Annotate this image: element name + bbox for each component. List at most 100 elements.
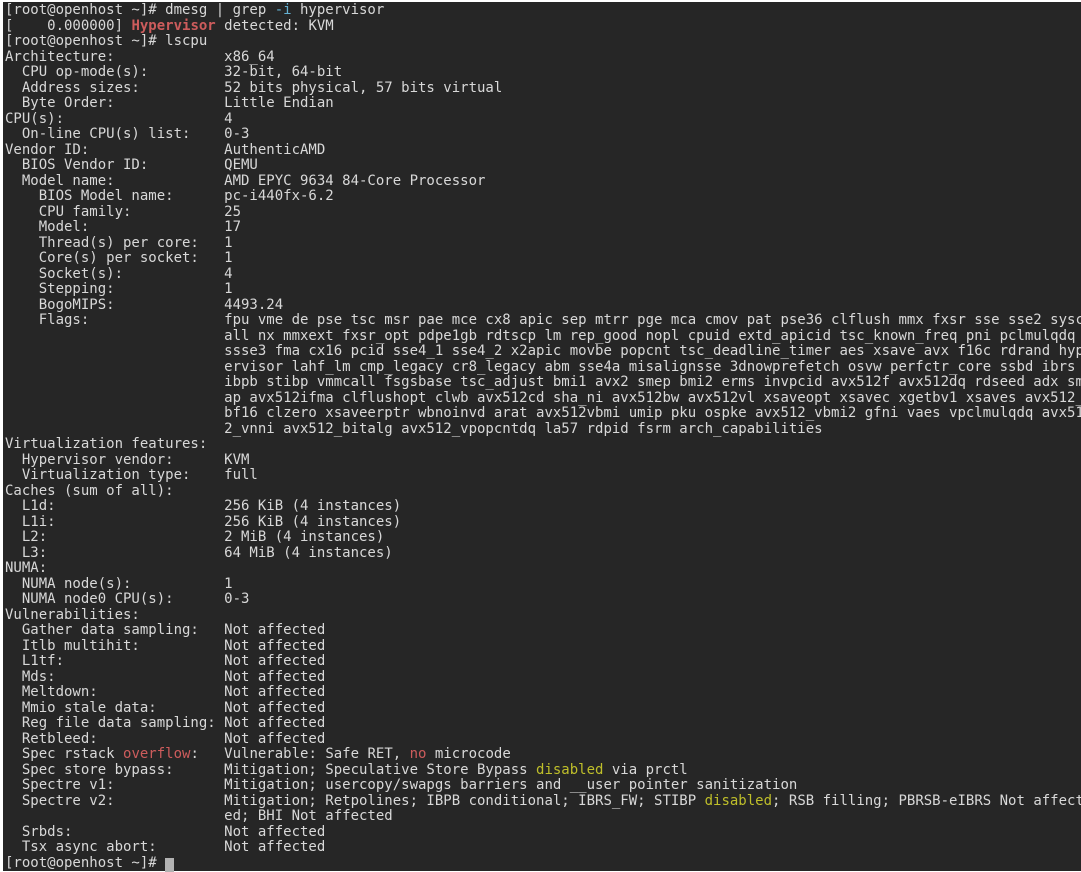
terminal-line: L1d: 256 KiB (4 instances)	[5, 499, 1081, 515]
terminal-text: ervisor lahf_lm cmp_legacy cr8_legacy ab…	[5, 359, 1075, 375]
terminal-text: [root@openhost ~]#	[5, 855, 165, 871]
terminal-line: Vendor ID: AuthenticAMD	[5, 143, 1081, 159]
terminal-text: Thread(s) per core: 1	[5, 235, 233, 251]
terminal-line: Model: 17	[5, 220, 1081, 236]
terminal-line: Stepping: 1	[5, 282, 1081, 298]
terminal-line: Mmio stale data: Not affected	[5, 701, 1081, 717]
terminal-line: [ 0.000000] Hypervisor detected: KVM	[5, 19, 1081, 35]
terminal-text: Stepping: 1	[5, 281, 233, 297]
terminal-text: CPU family: 25	[5, 204, 241, 220]
terminal-text: Mmio stale data: Not affected	[5, 700, 325, 716]
terminal-text: Mds: Not affected	[5, 669, 325, 685]
terminal-line: NUMA node(s): 1	[5, 577, 1081, 593]
terminal-line: Reg file data sampling: Not affected	[5, 716, 1081, 732]
terminal-line: Byte Order: Little Endian	[5, 96, 1081, 112]
terminal-line: L1tf: Not affected	[5, 654, 1081, 670]
terminal-text: CPU op-mode(s): 32-bit, 64-bit	[5, 64, 342, 80]
terminal-text: Retbleed: Not affected	[5, 731, 325, 747]
terminal-text: Vulnerabilities:	[5, 607, 140, 623]
terminal-text: hypervisor	[292, 2, 385, 18]
highlighted-text: overflow	[123, 746, 190, 762]
terminal-text: bf16 clzero xsaveerptr wbnoinvd arat avx…	[5, 405, 1081, 421]
terminal-text: Model name: AMD EPYC 9634 84-Core Proces…	[5, 173, 485, 189]
terminal-line: Gather data sampling: Not affected	[5, 623, 1081, 639]
terminal-line: Itlb multihit: Not affected	[5, 639, 1081, 655]
terminal-text: Hypervisor vendor: KVM	[5, 452, 249, 468]
terminal-text: ap avx512ifma clflushopt clwb avx512cd s…	[5, 390, 1081, 406]
terminal-line: Tsx async abort: Not affected	[5, 840, 1081, 856]
highlighted-text: disabled	[536, 762, 603, 778]
terminal-line: Spec rstack overflow: Vulnerable: Safe R…	[5, 747, 1081, 763]
terminal-text: Virtualization features:	[5, 436, 207, 452]
terminal-text: ed; BHI Not affected	[5, 808, 393, 824]
terminal-text: CPU(s): 4	[5, 111, 233, 127]
terminal-line: all nx mmxext fxsr_opt pdpe1gb rdtscp lm…	[5, 329, 1081, 345]
terminal-line: L2: 2 MiB (4 instances)	[5, 530, 1081, 546]
terminal-text: via prctl	[603, 762, 687, 778]
terminal-line: On-line CPU(s) list: 0-3	[5, 127, 1081, 143]
terminal-text: Spec rstack	[5, 746, 123, 762]
terminal-text: Socket(s): 4	[5, 266, 233, 282]
terminal-text: : Vulnerable: Safe RET,	[190, 746, 409, 762]
terminal-line: BIOS Model name: pc-i440fx-6.2	[5, 189, 1081, 205]
terminal-text: Spec store bypass: Mitigation; Speculati…	[5, 762, 536, 778]
highlighted-text: no	[410, 746, 427, 762]
terminal-line: Architecture: x86_64	[5, 50, 1081, 66]
terminal-text: ; RSB filling; PBRSB-eIBRS Not affect	[772, 793, 1081, 809]
terminal-text: 2_vnni avx512_bitalg avx512_vpopcntdq la…	[5, 421, 823, 437]
terminal-text: ssse3 fma cx16 pcid sse4_1 sse4_2 x2apic…	[5, 343, 1081, 359]
terminal-text: Itlb multihit: Not affected	[5, 638, 325, 654]
highlighted-text: -i	[275, 2, 292, 18]
terminal-line: CPU(s): 4	[5, 112, 1081, 128]
terminal-line: ervisor lahf_lm cmp_legacy cr8_legacy ab…	[5, 360, 1081, 376]
terminal-line: BogoMIPS: 4493.24	[5, 298, 1081, 314]
terminal-text: BIOS Vendor ID: QEMU	[5, 157, 258, 173]
terminal-text: Byte Order: Little Endian	[5, 95, 334, 111]
terminal-line: L1i: 256 KiB (4 instances)	[5, 515, 1081, 531]
terminal-line: Model name: AMD EPYC 9634 84-Core Proces…	[5, 174, 1081, 190]
terminal-text: Spectre v2: Mitigation; Retpolines; IBPB…	[5, 793, 705, 809]
terminal-line: Flags: fpu vme de pse tsc msr pae mce cx…	[5, 313, 1081, 329]
terminal-text: Virtualization type: full	[5, 467, 258, 483]
terminal-line: Srbds: Not affected	[5, 825, 1081, 841]
terminal-line: [root@openhost ~]# dmesg | grep -i hyper…	[5, 3, 1081, 19]
terminal-line: Virtualization type: full	[5, 468, 1081, 484]
terminal-line: ibpb stibp vmmcall fsgsbase tsc_adjust b…	[5, 375, 1081, 391]
terminal-text: On-line CPU(s) list: 0-3	[5, 126, 249, 142]
terminal-text: Flags: fpu vme de pse tsc msr pae mce cx…	[5, 312, 1081, 328]
terminal-screen[interactable]: [root@openhost ~]# dmesg | grep -i hyper…	[3, 2, 1081, 871]
terminal-line: NUMA:	[5, 561, 1081, 577]
terminal-text: microcode	[426, 746, 510, 762]
terminal-text: NUMA:	[5, 560, 47, 576]
terminal-text: Meltdown: Not affected	[5, 684, 325, 700]
terminal-text: [root@openhost ~]# dmesg | grep	[5, 2, 275, 18]
terminal-line: [root@openhost ~]#	[5, 856, 1081, 872]
terminal-line: Caches (sum of all):	[5, 484, 1081, 500]
terminal-line: Spectre v2: Mitigation; Retpolines; IBPB…	[5, 794, 1081, 810]
terminal-text: all nx mmxext fxsr_opt pdpe1gb rdtscp lm…	[5, 328, 1075, 344]
terminal-text: BogoMIPS: 4493.24	[5, 297, 283, 313]
terminal-line: Socket(s): 4	[5, 267, 1081, 283]
terminal-text: Address sizes: 52 bits physical, 57 bits…	[5, 80, 502, 96]
terminal-line: [root@openhost ~]# lscpu	[5, 34, 1081, 50]
terminal-line: Address sizes: 52 bits physical, 57 bits…	[5, 81, 1081, 97]
terminal-text: Caches (sum of all):	[5, 483, 174, 499]
terminal-line: BIOS Vendor ID: QEMU	[5, 158, 1081, 174]
terminal-line: NUMA node0 CPU(s): 0-3	[5, 592, 1081, 608]
terminal-line: Hypervisor vendor: KVM	[5, 453, 1081, 469]
terminal-line: CPU family: 25	[5, 205, 1081, 221]
terminal-text: NUMA node0 CPU(s): 0-3	[5, 591, 249, 607]
terminal-text: BIOS Model name: pc-i440fx-6.2	[5, 188, 334, 204]
terminal-line: 2_vnni avx512_bitalg avx512_vpopcntdq la…	[5, 422, 1081, 438]
terminal-line: Mds: Not affected	[5, 670, 1081, 686]
terminal-text: L2: 2 MiB (4 instances)	[5, 529, 384, 545]
terminal-line: CPU op-mode(s): 32-bit, 64-bit	[5, 65, 1081, 81]
terminal-text: L1d: 256 KiB (4 instances)	[5, 498, 401, 514]
terminal-text: NUMA node(s): 1	[5, 576, 233, 592]
terminal-text: Spectre v1: Mitigation; usercopy/swapgs …	[5, 777, 797, 793]
terminal-text: Gather data sampling: Not affected	[5, 622, 325, 638]
terminal-line: Core(s) per socket: 1	[5, 251, 1081, 267]
terminal-text: Tsx async abort: Not affected	[5, 839, 325, 855]
terminal-text: detected: KVM	[216, 18, 334, 34]
terminal-text: Model: 17	[5, 219, 241, 235]
